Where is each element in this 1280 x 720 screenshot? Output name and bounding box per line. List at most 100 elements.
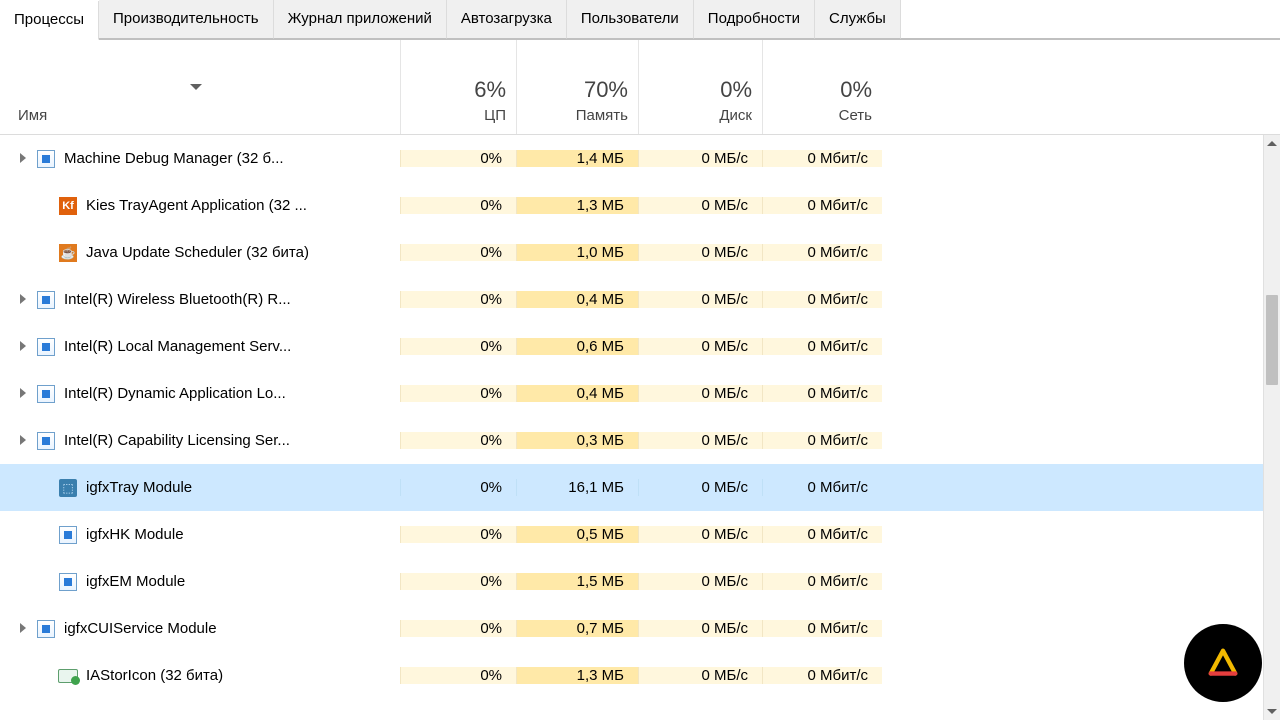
process-row[interactable]: igfxEM Module0%1,5 МБ0 МБ/с0 Мбит/с xyxy=(0,558,1280,605)
cell-mem: 1,0 МБ xyxy=(516,244,638,261)
tab-5[interactable]: Подробности xyxy=(694,0,815,39)
cell-mem: 1,4 МБ xyxy=(516,150,638,167)
cell-mem: 0,5 МБ xyxy=(516,526,638,543)
process-icon xyxy=(58,572,78,592)
cell-mem: 0,4 МБ xyxy=(516,291,638,308)
cell-disk: 0 МБ/с xyxy=(638,573,762,590)
process-icon xyxy=(58,666,78,686)
cell-net: 0 Мбит/с xyxy=(762,291,882,308)
tab-1[interactable]: Производительность xyxy=(99,0,274,39)
cell-cpu: 0% xyxy=(400,150,516,167)
process-row[interactable]: Intel(R) Wireless Bluetooth(R) R...0%0,4… xyxy=(0,276,1280,323)
cell-mem: 1,3 МБ xyxy=(516,667,638,684)
expand-toggle[interactable] xyxy=(20,291,34,308)
col-header-memory[interactable]: 70% Память xyxy=(516,40,638,134)
tab-2[interactable]: Журнал приложений xyxy=(274,0,447,39)
process-name: IAStorIcon (32 бита) xyxy=(86,667,223,684)
col-header-cpu[interactable]: 6% ЦП xyxy=(400,40,516,134)
process-row[interactable]: igfxHK Module0%0,5 МБ0 МБ/с0 Мбит/с xyxy=(0,511,1280,558)
process-icon xyxy=(58,478,78,498)
expand-toggle[interactable] xyxy=(20,338,34,355)
expand-toggle[interactable] xyxy=(20,385,34,402)
tab-0[interactable]: Процессы xyxy=(0,1,99,40)
cell-disk: 0 МБ/с xyxy=(638,338,762,355)
cell-mem: 0,3 МБ xyxy=(516,432,638,449)
cell-cpu: 0% xyxy=(400,620,516,637)
cell-net: 0 Мбит/с xyxy=(762,244,882,261)
expand-toggle[interactable] xyxy=(20,620,34,637)
scroll-up-button[interactable] xyxy=(1264,135,1280,152)
chevron-right-icon xyxy=(20,435,26,445)
process-icon xyxy=(36,290,56,310)
scrollbar[interactable] xyxy=(1263,135,1280,720)
process-row[interactable]: Machine Debug Manager (32 б... 0%1,4 МБ0 … xyxy=(0,135,1280,182)
process-name: Intel(R) Dynamic Application Lo... xyxy=(64,385,286,402)
col-header-name[interactable]: Имя xyxy=(0,40,400,134)
cell-disk: 0 МБ/с xyxy=(638,667,762,684)
cell-disk: 0 МБ/с xyxy=(638,526,762,543)
cell-disk: 0 МБ/с xyxy=(638,432,762,449)
brand-badge xyxy=(1184,624,1262,702)
cell-disk: 0 МБ/с xyxy=(638,385,762,402)
cell-disk: 0 МБ/с xyxy=(638,479,762,496)
network-label: Сеть xyxy=(773,107,872,124)
cell-disk: 0 МБ/с xyxy=(638,620,762,637)
expand-toggle[interactable] xyxy=(20,150,34,167)
disk-label: Диск xyxy=(649,107,752,124)
sort-indicator-icon xyxy=(190,84,202,90)
tab-4[interactable]: Пользователи xyxy=(567,0,694,39)
cell-net: 0 Мбит/с xyxy=(762,385,882,402)
process-row[interactable]: Intel(R) Local Management Serv...0%0,6 М… xyxy=(0,323,1280,370)
cpu-total-pct: 6% xyxy=(411,77,506,103)
tab-6[interactable]: Службы xyxy=(815,0,901,39)
cell-net: 0 Мбит/с xyxy=(762,620,882,637)
process-row[interactable]: igfxTray Module0%16,1 МБ0 МБ/с0 Мбит/с xyxy=(0,464,1280,511)
cell-cpu: 0% xyxy=(400,573,516,590)
cell-cpu: 0% xyxy=(400,479,516,496)
process-row[interactable]: Intel(R) Dynamic Application Lo...0%0,4 … xyxy=(0,370,1280,417)
cell-mem: 1,5 МБ xyxy=(516,573,638,590)
process-row[interactable]: IAStorIcon (32 бита)0%1,3 МБ0 МБ/с0 Мбит… xyxy=(0,652,1280,699)
cell-cpu: 0% xyxy=(400,291,516,308)
cell-cpu: 0% xyxy=(400,432,516,449)
cell-cpu: 0% xyxy=(400,385,516,402)
cell-net: 0 Мбит/с xyxy=(762,338,882,355)
process-name: Kies TrayAgent Application (32 ... xyxy=(86,197,307,214)
expand-toggle[interactable] xyxy=(20,432,34,449)
chevron-right-icon xyxy=(20,294,26,304)
process-row[interactable]: Java Update Scheduler (32 бита)0%1,0 МБ0… xyxy=(0,229,1280,276)
cell-net: 0 Мбит/с xyxy=(762,432,882,449)
disk-total-pct: 0% xyxy=(649,77,752,103)
process-icon xyxy=(36,384,56,404)
cell-mem: 16,1 МБ xyxy=(516,479,638,496)
process-name: Intel(R) Local Management Serv... xyxy=(64,338,291,355)
process-icon: Kf xyxy=(58,196,78,216)
col-header-disk[interactable]: 0% Диск xyxy=(638,40,762,134)
brand-logo-icon xyxy=(1202,642,1244,684)
process-row[interactable]: KfKies TrayAgent Application (32 ...0%1,… xyxy=(0,182,1280,229)
tab-3[interactable]: Автозагрузка xyxy=(447,0,567,39)
process-name: igfxCUIService Module xyxy=(64,620,217,637)
process-row[interactable]: igfxCUIService Module0%0,7 МБ0 МБ/с0 Мби… xyxy=(0,605,1280,652)
cell-mem: 1,3 МБ xyxy=(516,197,638,214)
process-icon xyxy=(36,431,56,451)
chevron-right-icon xyxy=(20,623,26,633)
process-icon xyxy=(36,149,56,169)
cell-net: 0 Мбит/с xyxy=(762,526,882,543)
process-row[interactable]: Intel(R) Capability Licensing Ser...0%0,… xyxy=(0,417,1280,464)
col-header-network[interactable]: 0% Сеть xyxy=(762,40,882,134)
scroll-down-button[interactable] xyxy=(1264,703,1280,720)
process-icon xyxy=(36,337,56,357)
cell-net: 0 Мбит/с xyxy=(762,197,882,214)
process-icon xyxy=(58,525,78,545)
cell-disk: 0 МБ/с xyxy=(638,244,762,261)
scroll-thumb[interactable] xyxy=(1266,295,1278,385)
cell-disk: 0 МБ/с xyxy=(638,150,762,167)
cpu-label: ЦП xyxy=(411,107,506,124)
network-total-pct: 0% xyxy=(773,77,872,103)
cell-disk: 0 МБ/с xyxy=(638,291,762,308)
cell-disk: 0 МБ/с xyxy=(638,197,762,214)
process-name: Machine Debug Manager (32 б... xyxy=(64,150,284,167)
memory-label: Память xyxy=(527,107,628,124)
cell-net: 0 Мбит/с xyxy=(762,667,882,684)
